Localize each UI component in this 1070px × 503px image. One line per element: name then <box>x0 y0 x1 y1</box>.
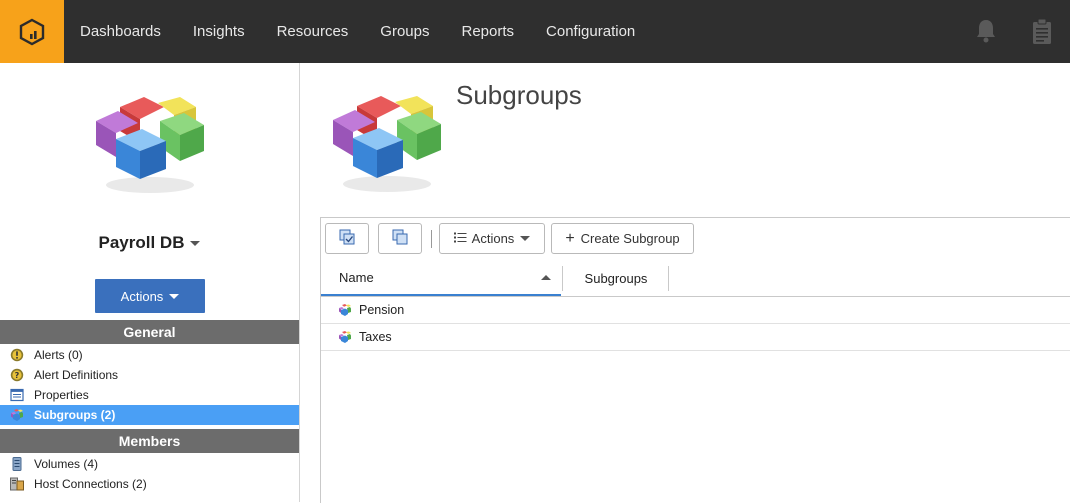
nav-dashboards[interactable]: Dashboards <box>64 23 177 40</box>
chevron-down-icon <box>520 236 531 241</box>
table-row[interactable]: Pension <box>321 297 1070 324</box>
sidebar-item-label: Subgroups (2) <box>34 408 116 422</box>
section-title: General <box>123 324 176 340</box>
nav-resources[interactable]: Resources <box>261 23 365 40</box>
alert-icon <box>10 348 24 362</box>
nav-groups[interactable]: Groups <box>364 23 445 40</box>
column-divider <box>668 266 669 291</box>
select-all-icon <box>339 229 355 248</box>
plus-icon: + <box>565 229 575 247</box>
alert-definition-icon: ? <box>10 368 24 382</box>
sidebar-item-alerts[interactable]: Alerts (0) <box>0 345 299 365</box>
deselect-all-button[interactable] <box>378 223 422 254</box>
create-subgroup-label: Create Subgroup <box>580 231 680 246</box>
nav-configuration[interactable]: Configuration <box>530 23 651 40</box>
grid-toolbar: Actions + Create Subgroup <box>321 218 1070 260</box>
page-title: Subgroups <box>456 80 582 110</box>
select-all-button[interactable] <box>325 223 369 254</box>
top-navigation-bar: Dashboards Insights Resources Groups Rep… <box>0 0 1070 63</box>
clipboard-icon[interactable] <box>1031 18 1053 50</box>
section-header-general: General <box>0 320 299 344</box>
sidebar-item-volumes[interactable]: Volumes (4) <box>0 454 299 474</box>
column-header-name-label: Name <box>339 270 374 285</box>
list-icon <box>453 231 467 246</box>
subgroup-icon <box>338 303 352 317</box>
grid-actions-button[interactable]: Actions <box>439 223 545 254</box>
properties-icon <box>10 388 24 402</box>
toolbar-divider <box>431 230 432 248</box>
create-subgroup-button[interactable]: + Create Subgroup <box>551 223 694 254</box>
subgroups-grid: Actions + Create Subgroup Name Subgroups… <box>320 217 1070 503</box>
chevron-down-icon <box>169 293 180 299</box>
subgroups-icon <box>10 408 24 422</box>
section-header-members: Members <box>0 429 299 453</box>
subgroups-cubes-icon <box>325 84 449 199</box>
row-name: Pension <box>359 303 405 317</box>
nav-insights[interactable]: Insights <box>177 23 261 40</box>
row-name: Taxes <box>359 330 392 344</box>
sidebar-item-label: Alerts (0) <box>34 348 83 362</box>
host-connection-icon <box>10 477 24 491</box>
main-nav: Dashboards Insights Resources Groups Rep… <box>64 0 651 63</box>
sidebar-item-label: Properties <box>34 388 89 402</box>
svg-text:?: ? <box>15 371 20 380</box>
chevron-down-icon <box>190 241 201 247</box>
section-title: Members <box>118 433 181 449</box>
column-header-subgroups-label: Subgroups <box>584 271 648 286</box>
sidebar-item-properties[interactable]: Properties <box>0 385 299 405</box>
sidebar-item-alert-definitions[interactable]: ? Alert Definitions <box>0 365 299 385</box>
sidebar-item-label: Host Connections (2) <box>34 477 147 491</box>
sidebar-item-subgroups[interactable]: Subgroups (2) <box>0 405 299 425</box>
group-name-selector[interactable]: Payroll DB <box>0 233 299 253</box>
column-header-subgroups[interactable]: Subgroups <box>562 266 669 291</box>
group-name-label: Payroll DB <box>98 233 185 252</box>
group-cubes-icon <box>88 85 212 200</box>
deselect-all-icon <box>392 229 408 248</box>
subgroup-icon <box>338 330 352 344</box>
left-panel: Payroll DB Actions General Alerts (0) ? … <box>0 63 300 502</box>
grid-actions-label: Actions <box>471 231 515 246</box>
sidebar-item-host-connections[interactable]: Host Connections (2) <box>0 474 299 494</box>
left-actions-button[interactable]: Actions <box>95 279 205 313</box>
bell-icon[interactable] <box>975 18 997 49</box>
column-header-name[interactable]: Name <box>321 261 561 296</box>
monitor-logo-icon[interactable] <box>0 0 64 63</box>
volume-icon <box>10 457 24 471</box>
left-actions-label: Actions <box>120 288 164 304</box>
grid-column-header: Name Subgroups <box>321 261 1070 297</box>
sort-ascending-icon <box>541 275 551 280</box>
sidebar-item-label: Alert Definitions <box>34 368 119 382</box>
table-row[interactable]: Taxes <box>321 324 1070 351</box>
sidebar-item-label: Volumes (4) <box>34 457 99 471</box>
nav-reports[interactable]: Reports <box>446 23 531 40</box>
